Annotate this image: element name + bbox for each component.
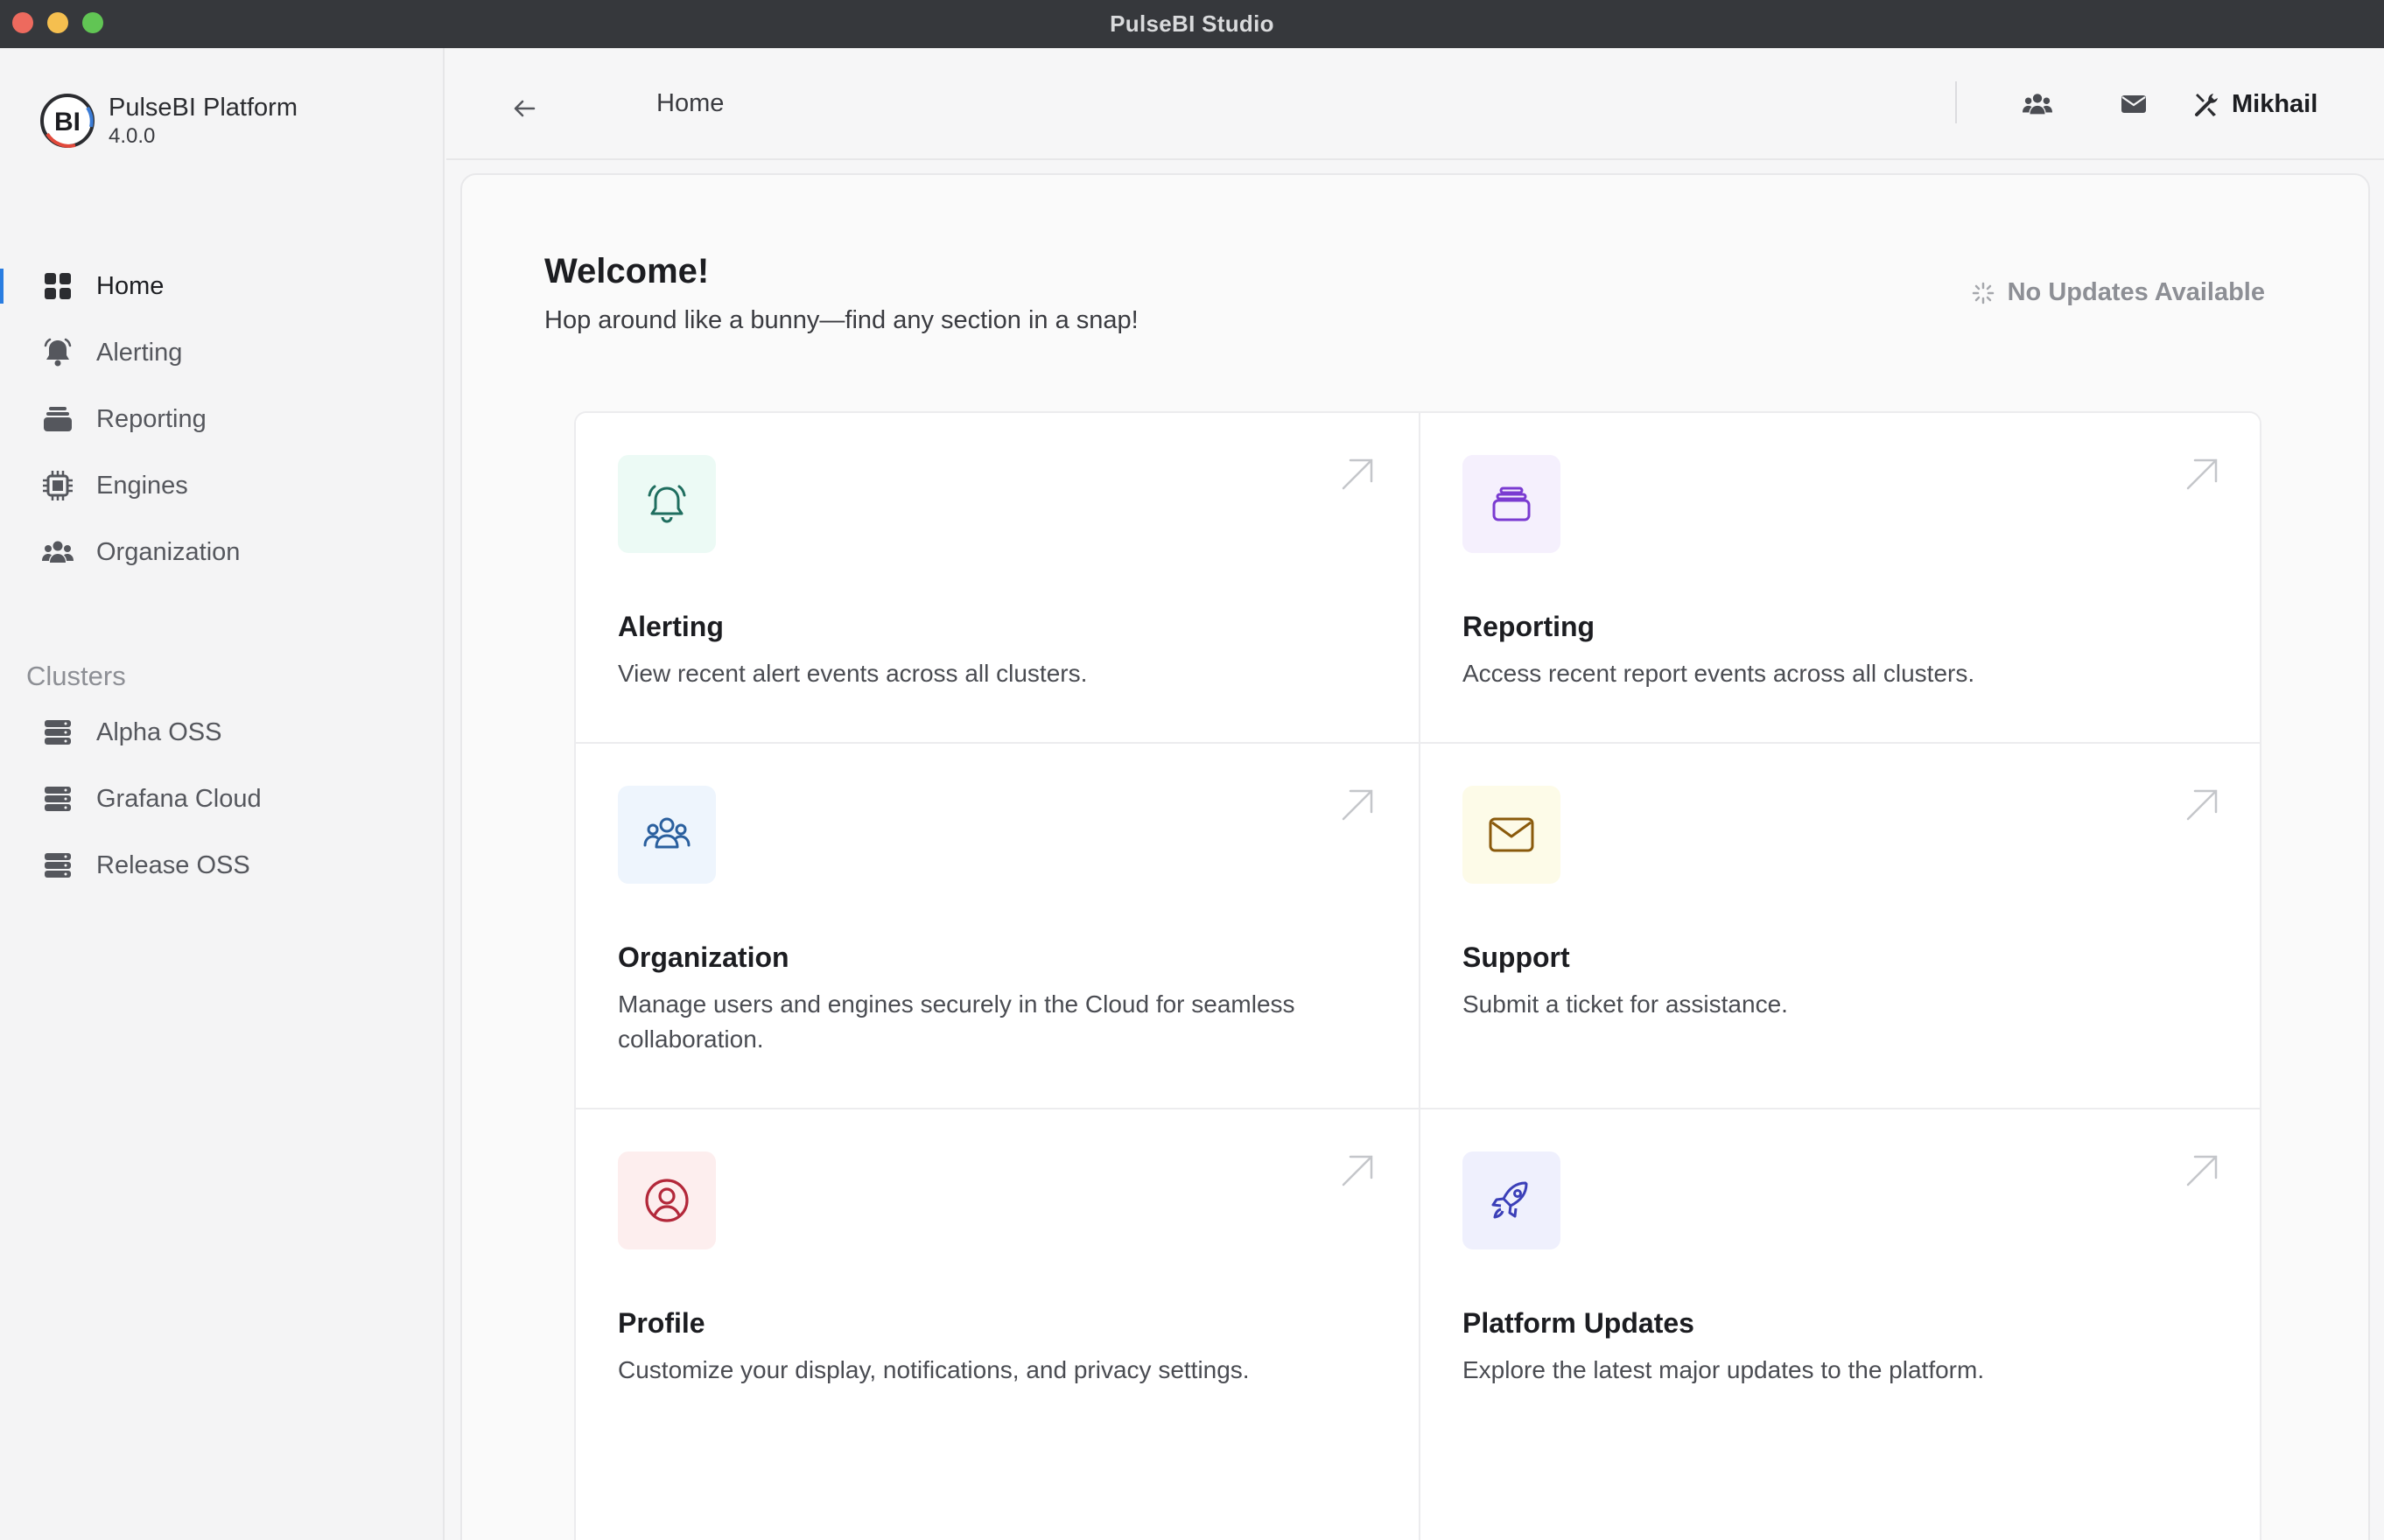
card-reporting[interactable]: Reporting Access recent report events ac… (1420, 413, 2260, 742)
arrow-up-right-icon (2186, 458, 2218, 490)
mail-icon (1462, 786, 1560, 884)
sidebar-item-reporting[interactable]: Reporting (0, 386, 443, 452)
arrow-up-right-icon (2186, 1155, 2218, 1186)
brand-name: PulseBI Platform (109, 94, 298, 122)
arrow-up-right-icon (1342, 789, 1373, 821)
bell-icon (42, 337, 74, 368)
arrow-up-right-icon (1342, 1155, 1373, 1186)
cluster-item-label: Release OSS (96, 850, 250, 879)
back-button[interactable] (499, 83, 550, 134)
bell-icon (618, 455, 716, 553)
users-icon (618, 786, 716, 884)
grid-icon (42, 270, 74, 302)
card-title: Profile (618, 1307, 705, 1339)
archive-icon (1462, 455, 1560, 553)
sections-grid: Alerting View recent alert events across… (574, 411, 2261, 1540)
svg-text:BI: BI (54, 108, 81, 136)
card-description: Customize your display, notifications, a… (618, 1356, 1250, 1383)
app-window: PulseBI Studio BI PulseBI Platform 4.0.0… (0, 0, 2384, 1540)
card-title: Reporting (1462, 611, 1595, 642)
main-panel: Welcome! Hop around like a bunny—find an… (460, 173, 2370, 1540)
cluster-item-grafana-cloud[interactable]: Grafana Cloud (0, 766, 443, 832)
close-window-button[interactable] (12, 12, 33, 33)
minimize-window-button[interactable] (47, 12, 68, 33)
sidebar-nav: Home Alerting Reporting Engines Organiza… (0, 253, 443, 585)
card-title: Organization (618, 942, 789, 973)
arrow-up-right-icon (1342, 458, 1373, 490)
server-icon (42, 783, 74, 815)
card-support[interactable]: Support Submit a ticket for assistance. (1420, 744, 2260, 1108)
card-description: Manage users and engines securely in the… (618, 990, 1295, 1053)
messages-button[interactable] (2113, 83, 2155, 125)
arrow-up-right-icon (2186, 789, 2218, 821)
cluster-item-release-oss[interactable]: Release OSS (0, 832, 443, 899)
top-header: Home Mikhail (446, 48, 2384, 160)
chip-icon (42, 470, 74, 501)
card-description: Submit a ticket for assistance. (1462, 990, 1788, 1018)
card-title: Platform Updates (1462, 1307, 1694, 1339)
card-description: View recent alert events across all clus… (618, 660, 1088, 687)
cluster-item-label: Grafana Cloud (96, 784, 262, 813)
card-platform-updates[interactable]: Platform Updates Explore the latest majo… (1420, 1110, 2260, 1438)
welcome-subtitle: Hop around like a bunny—find any section… (544, 306, 1139, 334)
sidebar: BI PulseBI Platform 4.0.0 Home Alerting (0, 48, 445, 1540)
spinner-icon (1972, 282, 1994, 304)
card-profile[interactable]: Profile Customize your display, notifica… (576, 1110, 1419, 1438)
rocket-icon (1462, 1152, 1560, 1250)
cluster-item-label: Alpha OSS (96, 718, 222, 746)
brand-version: 4.0.0 (109, 124, 156, 148)
zoom-window-button[interactable] (82, 12, 103, 33)
updates-status[interactable]: No Updates Available (1971, 278, 2265, 307)
welcome-title: Welcome! (544, 252, 710, 290)
grid-divider (1419, 413, 1420, 1540)
user-circle-icon (618, 1152, 716, 1250)
card-title: Alerting (618, 611, 724, 642)
clusters-section-label: Clusters (26, 661, 126, 691)
card-description: Explore the latest major updates to the … (1462, 1356, 1985, 1383)
title-bar: PulseBI Studio (0, 0, 2384, 48)
mail-icon (2121, 95, 2146, 113)
sidebar-item-engines[interactable]: Engines (0, 452, 443, 519)
brand[interactable]: BI PulseBI Platform 4.0.0 (39, 92, 298, 150)
user-menu-button[interactable]: Mikhail (2193, 81, 2317, 127)
team-button[interactable] (2016, 83, 2058, 125)
clusters-list: Alpha OSS Grafana Cloud Release OSS (0, 699, 443, 899)
cluster-item-alpha-oss[interactable]: Alpha OSS (0, 699, 443, 766)
sidebar-item-label: Reporting (96, 404, 207, 433)
card-alerting[interactable]: Alerting View recent alert events across… (576, 413, 1419, 742)
card-organization[interactable]: Organization Manage users and engines se… (576, 744, 1419, 1108)
sidebar-item-label: Organization (96, 537, 241, 566)
users-icon (2023, 94, 2052, 115)
card-description: Access recent report events across all c… (1462, 660, 1975, 687)
archive-icon (42, 403, 74, 435)
tools-icon (2195, 94, 2218, 116)
updates-status-text: No Updates Available (2007, 278, 2265, 306)
brand-logo-icon: BI (40, 94, 95, 148)
breadcrumb: Home (656, 89, 725, 117)
server-icon (42, 717, 74, 748)
user-name: Mikhail (2232, 89, 2318, 118)
header-divider (1955, 81, 1957, 123)
sidebar-item-alerting[interactable]: Alerting (0, 319, 443, 386)
window-title: PulseBI Studio (1110, 10, 1274, 37)
sidebar-item-organization[interactable]: Organization (0, 519, 443, 585)
sidebar-item-label: Home (96, 271, 165, 300)
arrow-left-icon (514, 100, 536, 117)
sidebar-item-label: Engines (96, 471, 188, 500)
server-icon (42, 850, 74, 881)
card-title: Support (1462, 942, 1570, 973)
sidebar-item-home[interactable]: Home (0, 253, 443, 319)
sidebar-item-label: Alerting (96, 338, 183, 367)
users-icon (42, 536, 74, 568)
